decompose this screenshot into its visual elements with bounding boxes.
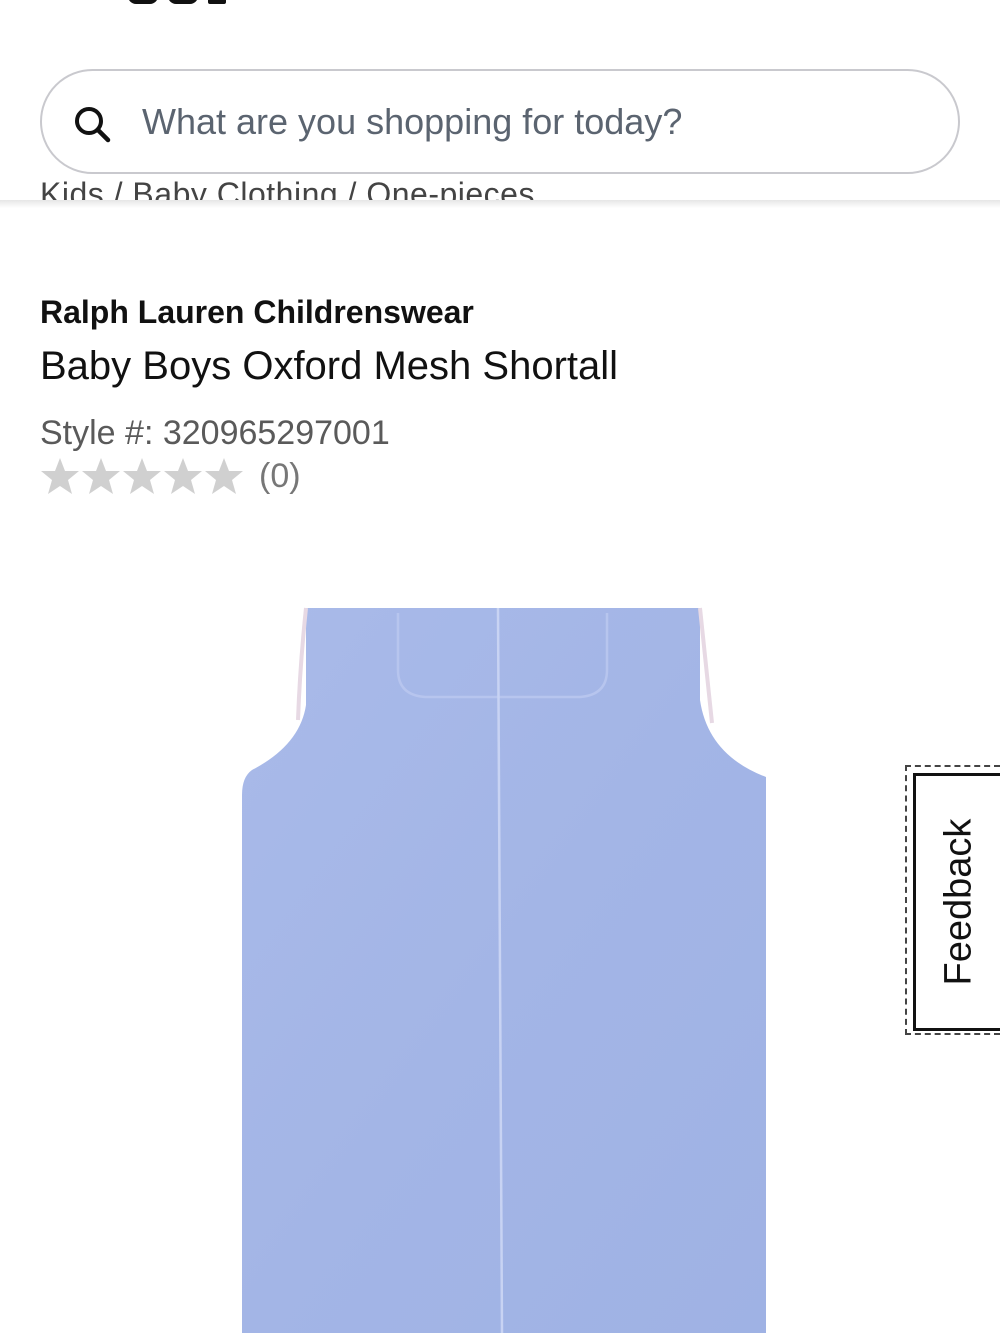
- search-icon[interactable]: [72, 104, 112, 144]
- search-input[interactable]: [142, 91, 922, 153]
- star-empty-icon: [82, 458, 120, 494]
- star-empty-icon: [41, 458, 79, 494]
- product-style-number: Style #: 320965297001: [40, 414, 390, 452]
- star-empty-icon: [123, 458, 161, 494]
- review-count[interactable]: (0): [259, 457, 301, 496]
- product-brand[interactable]: Ralph Lauren Childrenswear: [40, 294, 474, 331]
- product-image[interactable]: [230, 605, 775, 1333]
- shortall-body: [242, 608, 766, 1333]
- site-logo[interactable]: [0, 0, 1000, 8]
- feedback-button-frame: Feedback: [913, 773, 1000, 1031]
- search-bar[interactable]: [40, 69, 960, 174]
- header-divider: [0, 200, 1000, 208]
- feedback-button[interactable]: Feedback: [905, 765, 1000, 1035]
- star-empty-icon: [164, 458, 202, 494]
- star-empty-icon: [205, 458, 243, 494]
- product-rating[interactable]: (0): [40, 456, 301, 496]
- product-title: Baby Boys Oxford Mesh Shortall: [40, 344, 619, 388]
- feedback-label: Feedback: [937, 818, 980, 986]
